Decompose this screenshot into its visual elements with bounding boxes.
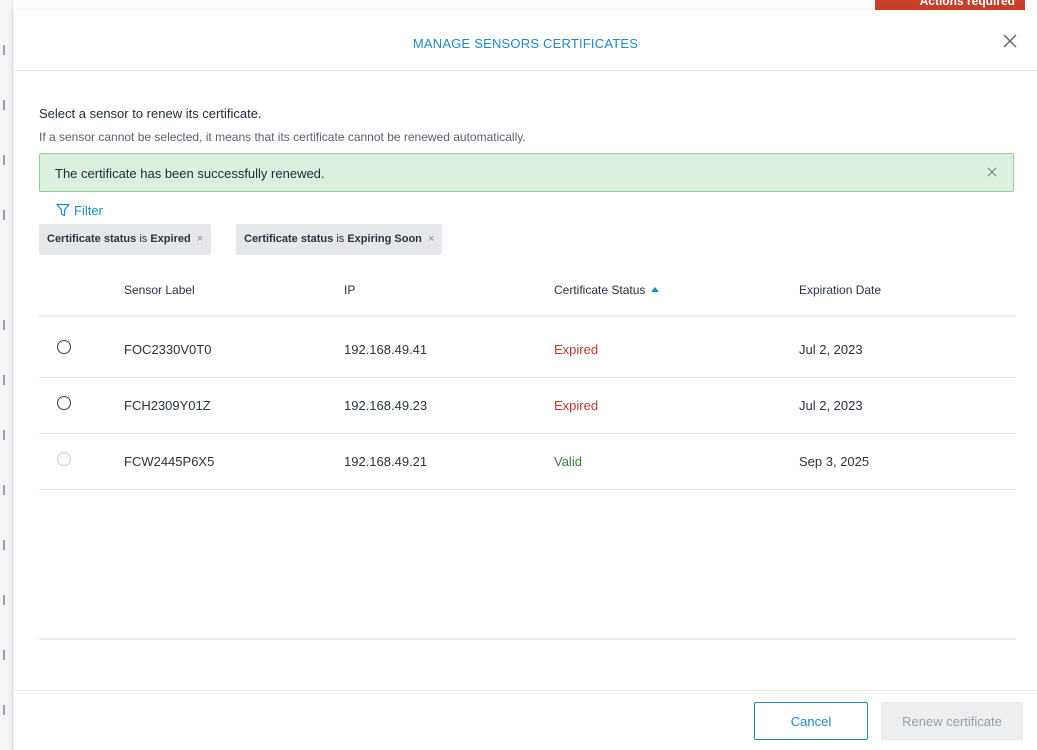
background-mark (3, 650, 5, 660)
background-mark (3, 705, 5, 715)
cancel-button[interactable]: Cancel (754, 702, 868, 740)
modal-title: MANAGE SENSORS CERTIFICATES (412, 36, 639, 51)
sensor-ip: 192.168.49.41 (344, 342, 428, 357)
sensor-ip: 192.168.49.23 (344, 398, 428, 413)
actions-required-banner[interactable]: Actions required (875, 0, 1025, 10)
background-mark (3, 155, 5, 165)
chip-op: is (139, 233, 148, 245)
background-mark (3, 210, 5, 220)
alert-close-icon[interactable] (985, 165, 999, 179)
chip-remove-icon[interactable]: × (428, 233, 434, 245)
filter-label: Filter (74, 203, 103, 218)
renew-certificate-button[interactable]: Renew certificate (881, 702, 1023, 740)
chip-field: Certificate status (47, 233, 137, 245)
row-select-radio[interactable] (57, 396, 71, 410)
filter-chip-expired: Certificate status is Expired × (39, 224, 212, 255)
intro-note: If a sensor cannot be selected, it means… (39, 130, 526, 144)
background-mark (3, 375, 5, 385)
chip-op: is (336, 233, 345, 245)
table-row[interactable]: FCH2309Y01Z 192.168.49.23 Expired Jul 2,… (39, 377, 1016, 434)
modal-header: MANAGE SENSORS CERTIFICATES (14, 10, 1037, 71)
sensor-label: FCH2309Y01Z (124, 398, 211, 413)
sensor-ip: 192.168.49.21 (344, 454, 428, 469)
column-header-expiration-date[interactable]: Expiration Date (799, 283, 881, 297)
chip-value: Expiring Soon (347, 233, 422, 245)
background-mark (3, 540, 5, 550)
background-mark (3, 485, 5, 495)
table-bottom-divider (39, 637, 1016, 640)
column-header-sensor-label[interactable]: Sensor Label (124, 283, 195, 297)
row-select-radio[interactable] (57, 340, 71, 354)
row-select-radio-disabled (57, 452, 71, 466)
filter-button[interactable]: Filter (56, 203, 103, 218)
background-mark (3, 320, 5, 330)
column-header-ip[interactable]: IP (344, 283, 355, 297)
sensor-label: FCW2445P6X5 (124, 454, 215, 469)
background-mark (3, 100, 5, 110)
close-icon[interactable] (1001, 32, 1019, 50)
alert-message: The certificate has been successfully re… (55, 166, 325, 181)
header-divider (39, 315, 1016, 319)
sensor-label: FOC2330V0T0 (124, 342, 212, 357)
footer-divider (14, 690, 1037, 691)
table-row: FCW2445P6X5 192.168.49.21 Valid Sep 3, 2… (39, 433, 1016, 490)
manage-certificates-modal: MANAGE SENSORS CERTIFICATES Select a sen… (14, 10, 1037, 750)
background-mark (3, 45, 5, 55)
certificate-status: Valid (554, 454, 582, 469)
background-mark (3, 595, 5, 605)
success-alert: The certificate has been successfully re… (39, 153, 1014, 192)
table-row[interactable]: FOC2330V0T0 192.168.49.41 Expired Jul 2,… (39, 321, 1016, 378)
expiration-date: Sep 3, 2025 (799, 454, 870, 469)
filter-chip-expiring-soon: Certificate status is Expiring Soon × (236, 224, 443, 255)
expiration-date: Jul 2, 2023 (799, 398, 863, 413)
column-header-certificate-status[interactable]: Certificate Status (554, 283, 660, 297)
column-header-label: Certificate Status (554, 283, 646, 297)
chip-remove-icon[interactable]: × (197, 233, 203, 245)
filter-icon (56, 203, 70, 217)
chip-value: Expired (150, 233, 191, 245)
expiration-date: Jul 2, 2023 (799, 342, 863, 357)
certificate-status: Expired (554, 398, 599, 413)
background-mark (3, 430, 5, 440)
intro-heading: Select a sensor to renew its certificate… (39, 106, 262, 121)
chip-field: Certificate status (244, 233, 334, 245)
background-page-sidebar (0, 0, 13, 750)
sort-asc-icon (651, 287, 660, 292)
certificate-status: Expired (554, 342, 599, 357)
sensors-table: Sensor Label IP Certificate Status Expir… (39, 265, 1016, 640)
